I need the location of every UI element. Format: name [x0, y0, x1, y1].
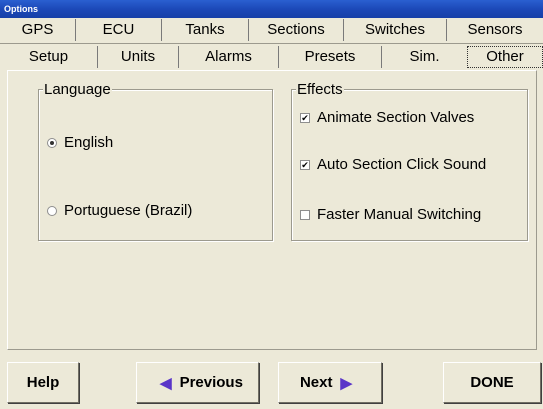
language-option-english[interactable]: English [47, 134, 113, 152]
tab-row-1: GPS ECU Tanks Sections Switches Sensors [0, 19, 543, 41]
tab-presets[interactable]: Presets [278, 46, 381, 68]
faster-switching-label: Faster Manual Switching [317, 206, 482, 223]
help-label: Help [26, 374, 60, 391]
language-legend: Language [43, 81, 112, 98]
faster-switching-checkbox[interactable] [300, 210, 310, 220]
language-option-portuguese[interactable]: Portuguese (Brazil) [47, 202, 192, 220]
portuguese-label: Portuguese (Brazil) [64, 202, 193, 219]
tab-sections[interactable]: Sections [248, 19, 343, 41]
portuguese-radio[interactable] [47, 206, 57, 216]
tab-other[interactable]: Other [467, 46, 543, 68]
tab-sensors[interactable]: Sensors [446, 19, 543, 41]
arrow-right-icon: ▶ [340, 374, 353, 392]
options-panel: Language English Portuguese (Brazil) Eff… [7, 70, 537, 350]
help-button[interactable]: Help [7, 362, 79, 403]
language-group: Language English Portuguese (Brazil) [38, 81, 273, 241]
animate-valves-checkbox[interactable]: ✔ [300, 113, 310, 123]
effect-faster-manual-switching[interactable]: Faster Manual Switching [300, 206, 481, 224]
done-label: DONE [470, 374, 514, 391]
click-sound-label: Auto Section Click Sound [317, 156, 487, 173]
effects-group: Effects ✔ Animate Section Valves ✔ Auto … [291, 81, 528, 241]
previous-label: Previous [179, 374, 243, 391]
tab-ecu[interactable]: ECU [75, 19, 161, 41]
tab-switches[interactable]: Switches [343, 19, 446, 41]
next-button[interactable]: Next ▶ [278, 362, 382, 403]
animate-valves-label: Animate Section Valves [317, 109, 475, 126]
english-radio[interactable] [47, 138, 57, 148]
arrow-left-icon: ◀ [160, 374, 172, 392]
next-label: Next [299, 374, 333, 391]
effects-legend: Effects [296, 81, 344, 98]
tab-tanks[interactable]: Tanks [161, 19, 248, 41]
footer-bar: Help ◀ Previous Next ▶ DONE [0, 355, 543, 409]
english-label: English [64, 134, 114, 151]
tab-row-divider [0, 43, 543, 44]
click-sound-checkbox[interactable]: ✔ [300, 160, 310, 170]
effect-animate-section-valves[interactable]: ✔ Animate Section Valves [300, 109, 474, 127]
tab-row-2: Setup Units Alarms Presets Sim. Other [0, 46, 543, 68]
tab-sim[interactable]: Sim. [381, 46, 467, 68]
tab-alarms[interactable]: Alarms [178, 46, 278, 68]
effect-auto-section-click-sound[interactable]: ✔ Auto Section Click Sound [300, 156, 486, 174]
done-button[interactable]: DONE [443, 362, 541, 403]
tab-units[interactable]: Units [97, 46, 178, 68]
tab-gps[interactable]: GPS [0, 19, 75, 41]
window-title: Options [0, 0, 543, 18]
previous-button[interactable]: ◀ Previous [136, 362, 259, 403]
tab-setup[interactable]: Setup [0, 46, 97, 68]
